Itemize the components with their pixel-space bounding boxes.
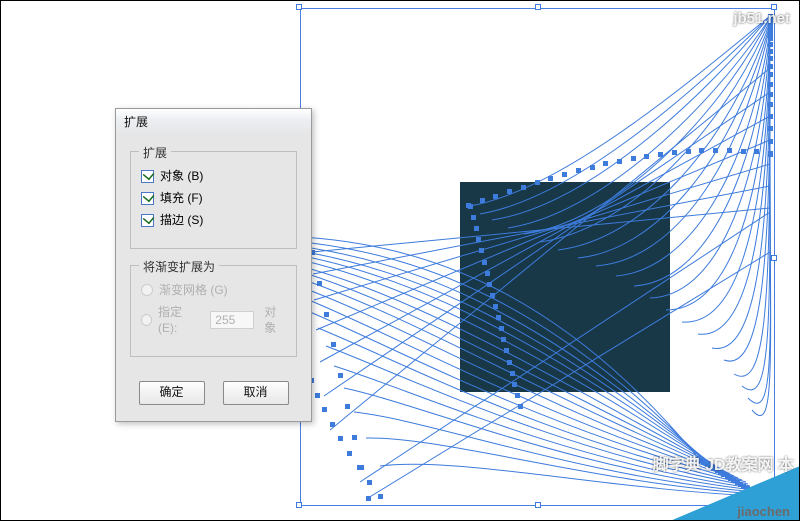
checkbox-fill-label: 填充 (F) xyxy=(160,190,203,206)
radio-gradient-mesh xyxy=(141,284,153,296)
row-fill: 填充 (F) xyxy=(141,190,286,206)
group-expand-gradient-title: 将渐变扩展为 xyxy=(139,258,219,275)
row-object: 对象 (B) xyxy=(141,168,286,184)
ok-button[interactable]: 确定 xyxy=(139,381,205,405)
specify-count-input: 255 xyxy=(210,311,254,329)
radio-specify xyxy=(141,314,152,326)
checkbox-object-label: 对象 (B) xyxy=(160,168,203,184)
artboard[interactable] xyxy=(300,8,775,506)
specify-suffix-label: 对象 xyxy=(264,304,286,336)
row-radio-specify: 指定 (E): 255 对象 xyxy=(141,304,286,336)
checkbox-stroke-label: 描边 (S) xyxy=(160,212,203,228)
expand-dialog: 扩展 扩展 对象 (B) 填充 (F) 描边 (S) 将渐变扩展为 渐变网格 (… xyxy=(115,108,312,422)
group-expand: 扩展 对象 (B) 填充 (F) 描边 (S) xyxy=(130,151,297,249)
group-expand-gradient: 将渐变扩展为 渐变网格 (G) 指定 (E): 255 对象 xyxy=(130,265,297,357)
checkbox-object[interactable] xyxy=(141,170,154,183)
group-expand-title: 扩展 xyxy=(139,144,171,161)
checkbox-fill[interactable] xyxy=(141,192,154,205)
radio-gradient-mesh-label: 渐变网格 (G) xyxy=(159,282,228,298)
checkbox-stroke[interactable] xyxy=(141,214,154,227)
row-stroke: 描边 (S) xyxy=(141,212,286,228)
watermark-bottom-right: jiaochen xyxy=(737,504,790,519)
dialog-title: 扩展 xyxy=(116,109,311,135)
radio-specify-label: 指定 (E): xyxy=(158,304,200,336)
row-radio-mesh: 渐变网格 (G) xyxy=(141,282,286,298)
cancel-button[interactable]: 取消 xyxy=(223,381,289,405)
